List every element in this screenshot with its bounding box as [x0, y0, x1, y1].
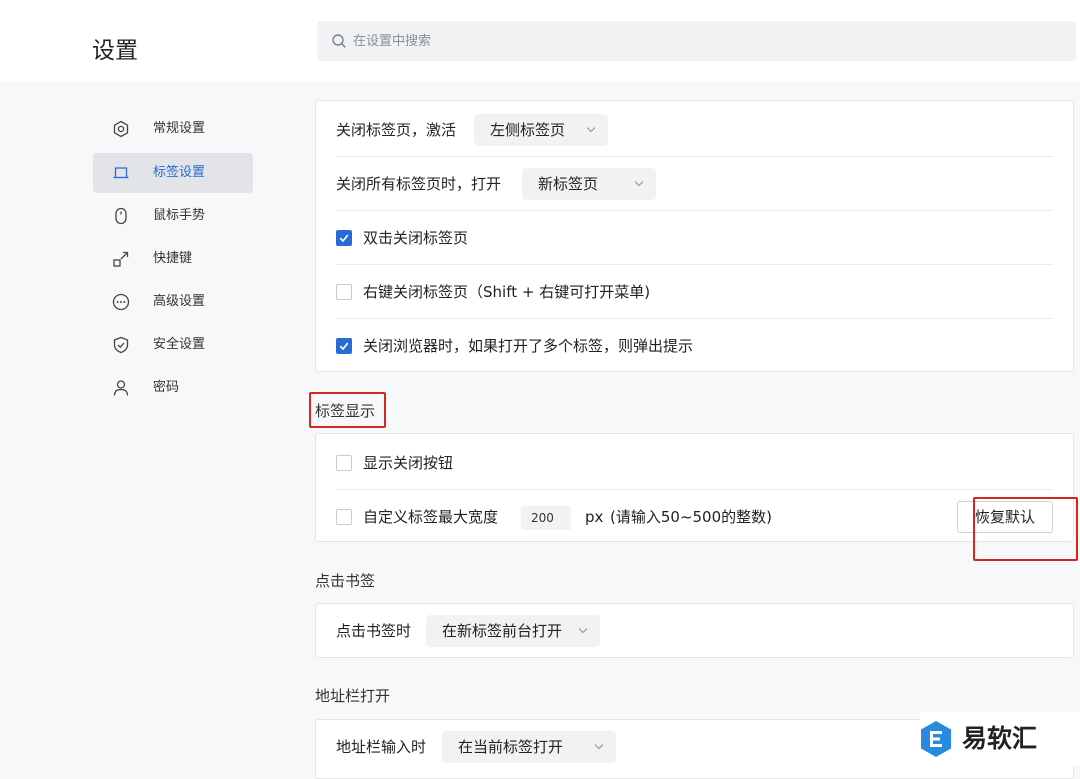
sidebar-item-label: 鼠标手势 — [153, 208, 206, 223]
select-value: 新标签页 — [538, 175, 599, 193]
chevron-down-icon — [578, 628, 588, 634]
tab-display-card: 显示关闭按钮 自定义标签最大宽度 px (请输入50~500的整数) 恢复默认 — [315, 433, 1074, 542]
hint-label: (请输入50~500的整数) — [610, 508, 772, 526]
close-all-tabs-row: 关闭所有标签页时，打开 新标签页 — [336, 157, 1053, 211]
top-bar: 设置 — [0, 0, 1080, 82]
right-click-close-checkbox[interactable] — [336, 284, 352, 300]
reset-default-button[interactable]: 恢复默认 — [957, 501, 1053, 533]
sidebar-item-label: 标签设置 — [153, 165, 206, 180]
shortcut-icon — [113, 251, 129, 267]
search-input[interactable] — [353, 21, 1053, 61]
checkbox-label: 关闭浏览器时，如果打开了多个标签，则弹出提示 — [363, 337, 694, 355]
row-label: 关闭标签页，激活 — [336, 121, 457, 139]
check-icon — [339, 234, 349, 243]
checkbox-label: 双击关闭标签页 — [363, 229, 469, 247]
sidebar-item-label: 安全设置 — [153, 337, 206, 352]
checkbox-label: 右键关闭标签页（Shift + 右键可打开菜单) — [363, 283, 651, 301]
sidebar-item-shortcuts[interactable]: 快捷键 — [93, 239, 253, 279]
sidebar-item-mouse-gestures[interactable]: 鼠标手势 — [93, 196, 253, 236]
search-icon — [332, 34, 346, 48]
close-tab-activate-row: 关闭标签页，激活 左侧标签页 — [336, 103, 1053, 157]
sidebar-item-label: 快捷键 — [153, 251, 193, 266]
sidebar-item-passwords[interactable]: 密码 — [93, 368, 253, 408]
row-label: 关闭所有标签页时，打开 — [336, 175, 502, 193]
sidebar-item-tabs[interactable]: 标签设置 — [93, 153, 253, 193]
section-title-tab-display: 标签显示 — [315, 402, 376, 420]
settings-content: 关闭标签页，激活 左侧标签页 关闭所有标签页时，打开 新标签页 双击关闭标签页 … — [275, 82, 1080, 779]
bookmark-click-card: 点击书签时 在新标签前台打开 — [315, 603, 1074, 658]
section-title-address-bar: 地址栏打开 — [315, 687, 391, 705]
page-title: 设置 — [92, 38, 138, 64]
sidebar-item-label: 常规设置 — [153, 121, 206, 136]
bookmark-click-row: 点击书签时 在新标签前台打开 — [336, 604, 1053, 658]
watermark-text: 易软汇 — [962, 724, 1038, 753]
show-close-button-row[interactable]: 显示关闭按钮 — [336, 436, 1053, 490]
chevron-down-icon — [594, 744, 604, 750]
sidebar-item-label: 密码 — [153, 380, 180, 395]
close-tabs-card: 关闭标签页，激活 左侧标签页 关闭所有标签页时，打开 新标签页 双击关闭标签页 … — [315, 100, 1074, 372]
checkbox-label: 显示关闭按钮 — [363, 454, 454, 472]
section-title-bookmark-click: 点击书签 — [315, 572, 376, 590]
right-click-close-row[interactable]: 右键关闭标签页（Shift + 右键可打开菜单) — [336, 265, 1053, 319]
more-circle-icon — [112, 293, 130, 311]
tab-icon — [113, 167, 129, 179]
chevron-down-icon — [586, 127, 596, 133]
checkbox-label: 自定义标签最大宽度 — [363, 508, 499, 526]
sidebar-item-security[interactable]: 安全设置 — [93, 325, 253, 365]
unit-label: px — [585, 508, 604, 526]
brand-logo-icon — [921, 721, 951, 757]
chevron-down-icon — [634, 181, 644, 187]
warn-on-close-checkbox[interactable] — [336, 338, 352, 354]
bookmark-click-select[interactable]: 在新标签前台打开 — [426, 615, 600, 647]
user-icon — [113, 380, 129, 396]
shield-icon — [113, 336, 129, 354]
max-width-input[interactable] — [521, 506, 571, 530]
sidebar-item-general[interactable]: 常规设置 — [93, 109, 253, 149]
double-click-close-checkbox[interactable] — [336, 230, 352, 246]
check-icon — [339, 342, 349, 351]
sidebar-item-advanced[interactable]: 高级设置 — [93, 282, 253, 322]
search-box[interactable] — [317, 21, 1076, 61]
mouse-icon — [115, 207, 127, 225]
close-all-tabs-select[interactable]: 新标签页 — [522, 168, 656, 200]
close-tab-activate-select[interactable]: 左侧标签页 — [474, 114, 608, 146]
gear-hex-icon — [113, 120, 129, 138]
select-value: 左侧标签页 — [490, 121, 566, 139]
sidebar-item-label: 高级设置 — [153, 294, 206, 309]
warn-on-close-row[interactable]: 关闭浏览器时，如果打开了多个标签，则弹出提示 — [336, 319, 1053, 373]
double-click-close-row[interactable]: 双击关闭标签页 — [336, 211, 1053, 265]
select-value: 在新标签前台打开 — [442, 622, 563, 640]
watermark: 易软汇 — [920, 712, 1080, 766]
max-width-row: 自定义标签最大宽度 px (请输入50~500的整数) 恢复默认 — [336, 490, 1053, 544]
show-close-button-checkbox[interactable] — [336, 455, 352, 471]
select-value: 在当前标签打开 — [458, 738, 564, 756]
sidebar: 常规设置 标签设置 鼠标手势 快捷键 高级设置 安全设置 密码 — [0, 82, 276, 766]
address-bar-select[interactable]: 在当前标签打开 — [442, 731, 616, 763]
row-label: 点击书签时 — [336, 622, 412, 640]
max-width-checkbox[interactable] — [336, 509, 352, 525]
